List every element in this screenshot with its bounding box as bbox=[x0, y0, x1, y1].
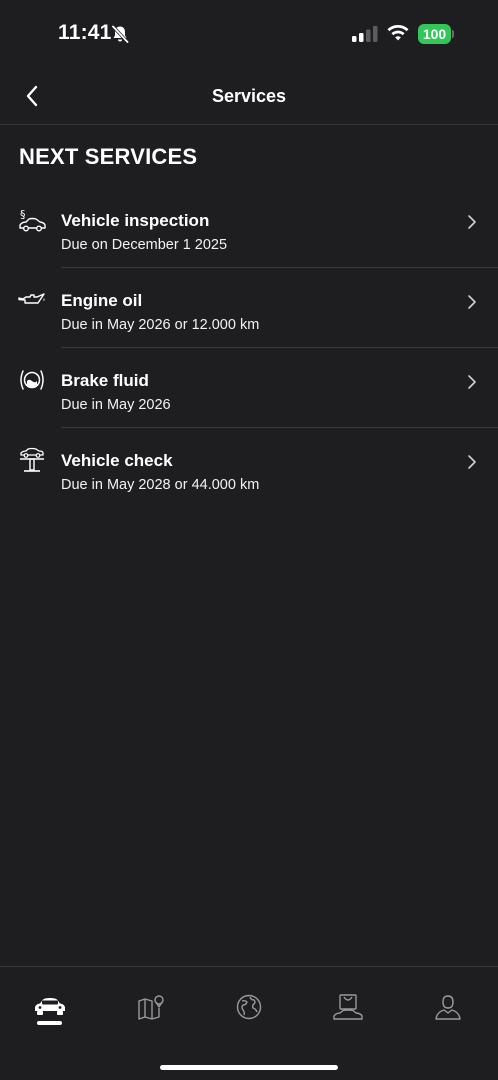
service-due-date: Due in May 2026 or 12.000 km bbox=[61, 317, 260, 333]
battery-icon: 100 bbox=[418, 24, 454, 44]
tab-globe[interactable] bbox=[229, 987, 269, 1027]
chevron-right-icon bbox=[468, 455, 476, 469]
tab-bar bbox=[0, 966, 498, 1080]
service-title: Brake fluid bbox=[61, 371, 149, 390]
shop-icon bbox=[333, 994, 363, 1020]
home-indicator bbox=[160, 1065, 338, 1070]
signal-icon bbox=[352, 26, 378, 42]
service-due-date: Due in May 2026 bbox=[61, 397, 171, 413]
service-due-date: Due in May 2028 or 44.000 km bbox=[61, 477, 260, 493]
map-icon bbox=[138, 995, 164, 1020]
status-time: 11:41 bbox=[58, 21, 112, 44]
chevron-right-icon bbox=[468, 375, 476, 389]
profile-icon bbox=[435, 995, 461, 1020]
vehicle-check-icon bbox=[20, 447, 44, 472]
nav-bar: Services bbox=[0, 62, 498, 125]
battery-cap bbox=[452, 30, 454, 38]
brake-fluid-icon bbox=[20, 370, 44, 390]
service-due-date: Due on December 1 2025 bbox=[61, 237, 228, 253]
wifi-icon bbox=[387, 25, 409, 41]
service-row-vehicle-check[interactable]: Vehicle check Due in May 2028 or 44.000 … bbox=[0, 428, 498, 508]
service-title: Vehicle inspection bbox=[61, 211, 210, 230]
section-title: NEXT SERVICES bbox=[19, 144, 198, 169]
status-bar: 11:41 100 bbox=[0, 0, 498, 62]
engine-oil-icon bbox=[18, 293, 45, 304]
active-tab-indicator bbox=[37, 1021, 62, 1025]
service-row-engine-oil[interactable]: Engine oil Due in May 2026 or 12.000 km bbox=[0, 268, 498, 348]
chevron-right-icon bbox=[468, 215, 476, 229]
page-title: Services bbox=[211, 86, 287, 106]
car-icon bbox=[35, 998, 65, 1015]
service-list: § Vehicle inspection Due on December 1 2… bbox=[0, 188, 498, 508]
service-row-brake-fluid[interactable]: Brake fluid Due in May 2026 bbox=[0, 348, 498, 428]
tab-map[interactable] bbox=[130, 987, 170, 1027]
service-title: Vehicle check bbox=[61, 451, 173, 470]
tab-profile[interactable] bbox=[428, 987, 468, 1027]
bell-slash-icon bbox=[111, 25, 129, 44]
svg-text:§: § bbox=[20, 208, 26, 221]
service-title: Engine oil bbox=[61, 291, 143, 310]
globe-icon bbox=[236, 994, 262, 1020]
tab-shop[interactable] bbox=[328, 987, 368, 1027]
battery-level: 100 bbox=[418, 24, 451, 44]
vehicle-inspection-icon: § bbox=[19, 208, 46, 232]
service-row-vehicle-inspection[interactable]: § Vehicle inspection Due on December 1 2… bbox=[0, 188, 498, 268]
chevron-right-icon bbox=[468, 295, 476, 309]
